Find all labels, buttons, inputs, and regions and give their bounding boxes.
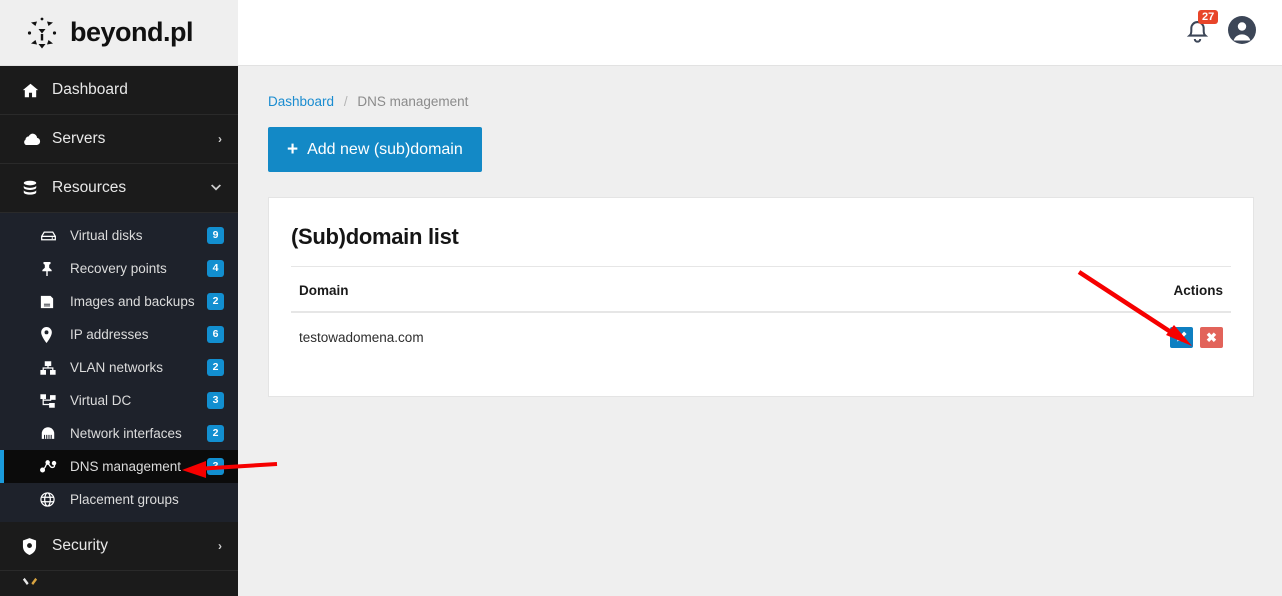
breadcrumb: Dashboard / DNS management xyxy=(268,94,1256,109)
database-icon xyxy=(22,180,48,196)
sidebar-item-placement-groups[interactable]: Placement groups xyxy=(0,483,238,516)
beyond-logo-icon xyxy=(22,13,62,53)
sitemap-icon xyxy=(40,360,66,375)
pencil-icon xyxy=(1176,330,1187,345)
sidebar-item-label: Network interfaces xyxy=(70,426,182,441)
sidebar-item-label: Resources xyxy=(52,179,127,196)
sidebar-item-resources[interactable]: Resources xyxy=(0,164,238,213)
topbar: 27 xyxy=(238,0,1282,66)
sidebar-bottom-nav: Security › xyxy=(0,522,238,596)
home-icon xyxy=(22,82,48,99)
item-count-badge: 6 xyxy=(207,326,224,343)
breadcrumb-link-dashboard[interactable]: Dashboard xyxy=(268,94,334,109)
sidebar-item-security[interactable]: Security › xyxy=(0,522,238,571)
item-count-badge: 3 xyxy=(207,392,224,409)
table-head: Domain Actions xyxy=(291,267,1231,313)
user-avatar[interactable] xyxy=(1228,16,1256,49)
cloud-icon xyxy=(22,132,48,146)
sidebar-item-dns-management[interactable]: DNS management 3 xyxy=(0,450,238,483)
sidebar-item-label: DNS management xyxy=(70,459,182,474)
item-count-badge: 2 xyxy=(207,359,224,376)
sidebar-item-vlan-networks[interactable]: VLAN networks 2 xyxy=(0,351,238,384)
brand-name: beyond.pl xyxy=(70,17,194,47)
resources-submenu: Virtual disks 9 Recovery points 4 Images… xyxy=(0,213,238,522)
table-header-row: Domain Actions xyxy=(291,267,1231,313)
app-root: beyond.pl Dashboard Servers › Resources … xyxy=(0,0,1282,596)
sidebar-item-label: Servers xyxy=(52,130,106,147)
sidebar-item-label: Virtual DC xyxy=(70,393,132,408)
times-icon: ✖ xyxy=(1206,330,1217,345)
tools-icon xyxy=(22,577,48,593)
sidebar-item-virtual-disks[interactable]: Virtual disks 9 xyxy=(0,219,238,252)
add-new-subdomain-label: Add new (sub)domain xyxy=(307,140,463,158)
bell-icon xyxy=(1185,20,1210,48)
breadcrumb-separator: / xyxy=(343,94,348,109)
save-icon xyxy=(40,295,66,309)
breadcrumb-current: DNS management xyxy=(357,94,469,109)
item-count-badge: 4 xyxy=(207,260,224,277)
brand-logo[interactable]: beyond.pl xyxy=(0,0,238,66)
column-header-domain: Domain xyxy=(291,267,914,313)
item-count-badge: 2 xyxy=(207,293,224,310)
item-count-badge: 3 xyxy=(207,458,224,475)
cell-domain: testowadomena.com xyxy=(299,330,424,345)
pin-icon xyxy=(40,261,66,277)
sidebar-item-label: Placement groups xyxy=(70,492,179,507)
subdomain-list-card: (Sub)domain list Domain Actions testowad… xyxy=(268,197,1254,397)
sidebar-item-dashboard[interactable]: Dashboard xyxy=(0,66,238,115)
sidebar-item-images-and-backups[interactable]: Images and backups 2 xyxy=(0,285,238,318)
user-avatar-icon xyxy=(1228,16,1256,44)
table-body: testowadomena.com ✖ xyxy=(291,312,1231,362)
notifications-button[interactable]: 27 xyxy=(1185,9,1219,49)
sidebar-item-virtual-dc[interactable]: Virtual DC 3 xyxy=(0,384,238,417)
sidebar-item-label: Images and backups xyxy=(70,294,195,309)
main-area: 27 Dashboard / DNS management + Add new … xyxy=(238,0,1282,596)
sidebar-item-label: Recovery points xyxy=(70,261,167,276)
cell-actions: ✖ xyxy=(913,312,1231,362)
sidebar-item-label: VLAN networks xyxy=(70,360,164,375)
sidebar-item-servers[interactable]: Servers › xyxy=(0,115,238,164)
item-count-badge: 9 xyxy=(207,227,224,244)
chevron-right-icon: › xyxy=(218,132,222,146)
sidebar-item-label: Security xyxy=(52,537,108,554)
subdomain-table: Domain Actions testowadomena.com ✖ xyxy=(291,267,1231,362)
map-marker-icon xyxy=(40,326,66,343)
plus-icon: + xyxy=(287,139,299,160)
sidebar-item-label: IP addresses xyxy=(70,327,149,342)
table-row: testowadomena.com ✖ xyxy=(291,312,1231,362)
column-header-actions: Actions xyxy=(913,267,1231,313)
shield-icon xyxy=(22,537,48,555)
card-title: (Sub)domain list xyxy=(291,220,1231,267)
sidebar-item-partially-visible[interactable] xyxy=(0,571,238,596)
dns-nodes-icon xyxy=(40,459,66,474)
sidebar-item-label: Virtual disks xyxy=(70,228,143,243)
sidebar-item-label: Dashboard xyxy=(52,81,128,98)
chevron-down-icon xyxy=(210,181,222,195)
sidebar: beyond.pl Dashboard Servers › Resources … xyxy=(0,0,238,596)
notification-count-badge: 27 xyxy=(1198,9,1219,24)
edit-domain-button[interactable] xyxy=(1170,327,1194,348)
hard-disk-icon xyxy=(40,229,66,242)
ethernet-port-icon xyxy=(40,427,66,440)
item-count-badge: 2 xyxy=(207,425,224,442)
sidebar-item-recovery-points[interactable]: Recovery points 4 xyxy=(0,252,238,285)
sidebar-item-network-interfaces[interactable]: Network interfaces 2 xyxy=(0,417,238,450)
sidebar-item-ip-addresses[interactable]: IP addresses 6 xyxy=(0,318,238,351)
delete-domain-button[interactable]: ✖ xyxy=(1200,327,1223,348)
chevron-right-icon: › xyxy=(218,539,222,553)
sidebar-top-nav: Dashboard Servers › Resources xyxy=(0,66,238,213)
content-area: Dashboard / DNS management + Add new (su… xyxy=(238,66,1282,596)
add-new-subdomain-button[interactable]: + Add new (sub)domain xyxy=(268,127,482,172)
globe-icon xyxy=(40,492,66,507)
network-tree-icon xyxy=(40,393,66,408)
